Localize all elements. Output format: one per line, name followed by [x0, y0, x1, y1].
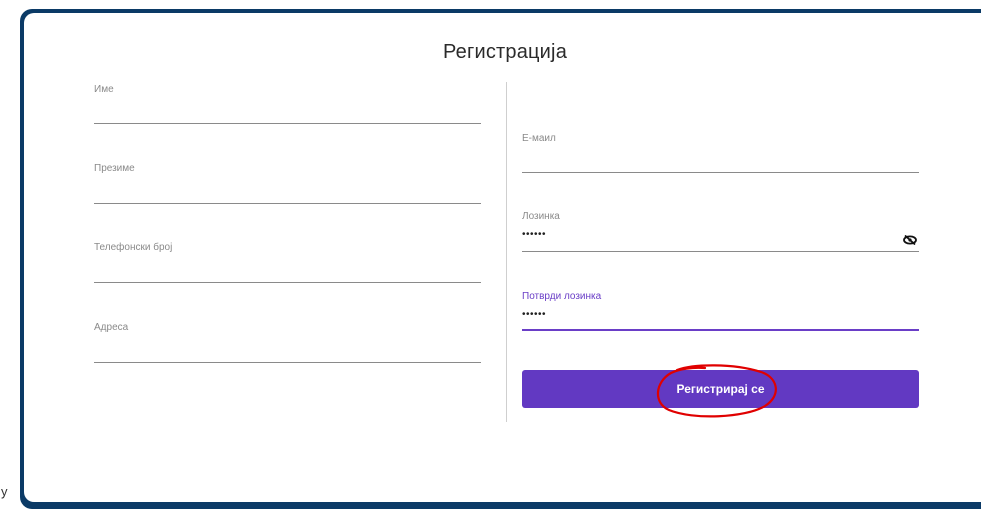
stray-text: y	[1, 484, 8, 499]
password-underline	[522, 251, 919, 252]
phone-label: Телефонски број	[94, 242, 173, 253]
password-field[interactable]: Лозинка ••••••	[522, 207, 919, 253]
password-label: Лозинка	[522, 211, 560, 222]
email-underline	[522, 172, 919, 173]
first-name-underline	[94, 123, 481, 124]
page-title: Регистрација	[442, 41, 568, 63]
confirm-password-underline	[522, 329, 919, 331]
confirm-password-field[interactable]: Потврди лозинка ••••••	[522, 287, 919, 333]
email-label: Е-маил	[522, 133, 556, 144]
column-divider	[506, 82, 507, 422]
last-name-label: Презиме	[94, 163, 135, 174]
first-name-field[interactable]: Име	[94, 80, 481, 125]
last-name-field[interactable]: Презиме	[94, 159, 481, 204]
address-field[interactable]: Адреса	[94, 318, 481, 364]
last-name-underline	[94, 203, 481, 204]
confirm-password-label: Потврди лозинка	[522, 291, 602, 302]
address-label: Адреса	[94, 322, 129, 333]
eye-off-icon[interactable]	[903, 232, 917, 246]
confirm-password-value: ••••••	[522, 309, 547, 320]
register-button[interactable]: Регистрирај се	[522, 370, 919, 408]
password-value: ••••••	[522, 229, 547, 240]
phone-field[interactable]: Телефонски број	[94, 238, 481, 284]
email-field[interactable]: Е-маил	[522, 128, 919, 174]
first-name-label: Име	[94, 84, 114, 95]
phone-underline	[94, 282, 481, 283]
address-underline	[94, 362, 481, 363]
